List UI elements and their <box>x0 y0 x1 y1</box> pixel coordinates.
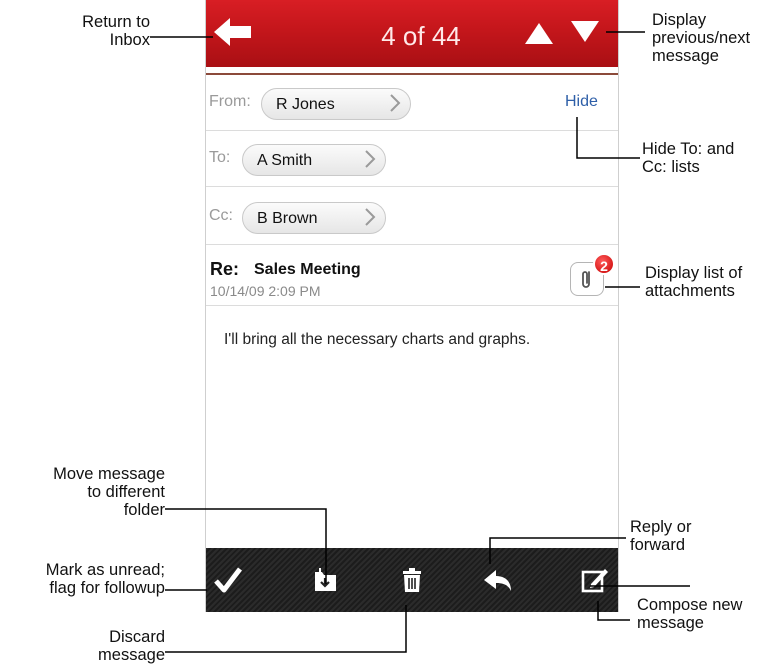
annotation-line: flag for followup <box>49 579 165 597</box>
annotation-move-folder: Move message to different folder <box>15 465 165 519</box>
annotation-reply: Reply or forward <box>630 518 750 554</box>
to-chip[interactable]: A Smith <box>242 144 386 176</box>
attachment-count-badge: 2 <box>593 253 615 275</box>
annotation-mark-unread: Mark as unread; flag for followup <box>2 561 165 597</box>
reply-icon[interactable] <box>482 564 514 596</box>
from-row: From: R Jones Hide <box>206 75 618 131</box>
to-name: A Smith <box>257 152 313 169</box>
chevron-right-icon <box>365 150 376 168</box>
message-counter: 4 of 44 <box>381 21 461 51</box>
annotation-line: Hide To: and <box>642 140 735 158</box>
annotation-line: to different <box>87 483 165 501</box>
cc-chip[interactable]: B Brown <box>242 202 386 234</box>
annotation-line: message <box>98 646 165 664</box>
checkmark-icon[interactable] <box>212 564 244 596</box>
annotation-line: message <box>652 47 719 65</box>
annotation-hide-lists: Hide To: and Cc: lists <box>642 140 772 176</box>
hide-link[interactable]: Hide <box>565 93 598 111</box>
annotation-line: Mark as unread; <box>45 561 165 579</box>
from-label: From: <box>209 93 251 110</box>
chevron-right-icon <box>365 208 376 226</box>
phone-screen: 4 of 44 From: R Jones Hide To: A Smith C… <box>205 0 619 612</box>
to-row: To: A Smith <box>206 131 618 187</box>
message-body: I'll bring all the necessary charts and … <box>224 331 531 348</box>
down-triangle-icon[interactable] <box>570 17 600 47</box>
annotation-line: Cc: lists <box>642 158 700 176</box>
back-arrow-icon[interactable] <box>214 17 252 47</box>
compose-icon[interactable] <box>578 564 610 596</box>
annotation-line: Discard <box>109 628 165 646</box>
bottom-toolbar <box>206 548 618 612</box>
cc-row: Cc: B Brown <box>206 187 618 245</box>
title-bar: 4 of 44 <box>206 0 618 67</box>
annotation-line: previous/next <box>652 29 751 47</box>
annotation-discard: Discard message <box>40 628 165 664</box>
annotation-line: Compose new <box>637 596 743 614</box>
from-name: R Jones <box>276 96 335 113</box>
subject-divider <box>206 305 618 306</box>
cc-label: Cc: <box>209 207 233 224</box>
subject: Sales Meeting <box>254 261 361 278</box>
annotation-line: message <box>637 614 704 632</box>
annotation-line: forward <box>630 536 686 554</box>
annotation-return-inbox: Return to Inbox <box>40 13 150 49</box>
up-triangle-icon[interactable] <box>524 17 554 47</box>
annotation-line: Reply or <box>630 518 692 536</box>
message-date: 10/14/09 2:09 PM <box>210 283 321 299</box>
annotation-line: Display list of <box>645 264 743 282</box>
annotation-line: folder <box>123 501 165 519</box>
from-chip[interactable]: R Jones <box>261 88 411 120</box>
move-folder-icon[interactable] <box>310 564 342 596</box>
annotation-line: Move message <box>53 465 165 483</box>
annotation-attachments: Display list of attachments <box>645 264 780 300</box>
trash-icon[interactable] <box>396 564 428 596</box>
to-label: To: <box>209 149 231 166</box>
annotation-line: Return to <box>82 13 150 31</box>
annotation-line: attachments <box>645 282 735 300</box>
annotation-compose: Compose new message <box>637 596 777 632</box>
cc-name: B Brown <box>257 210 318 227</box>
annotation-prev-next: Display previous/next message <box>652 11 777 65</box>
annotation-line: Inbox <box>109 31 150 49</box>
subject-prefix: Re: <box>210 259 240 279</box>
chevron-right-icon <box>390 94 401 112</box>
annotation-line: Display <box>652 11 707 29</box>
